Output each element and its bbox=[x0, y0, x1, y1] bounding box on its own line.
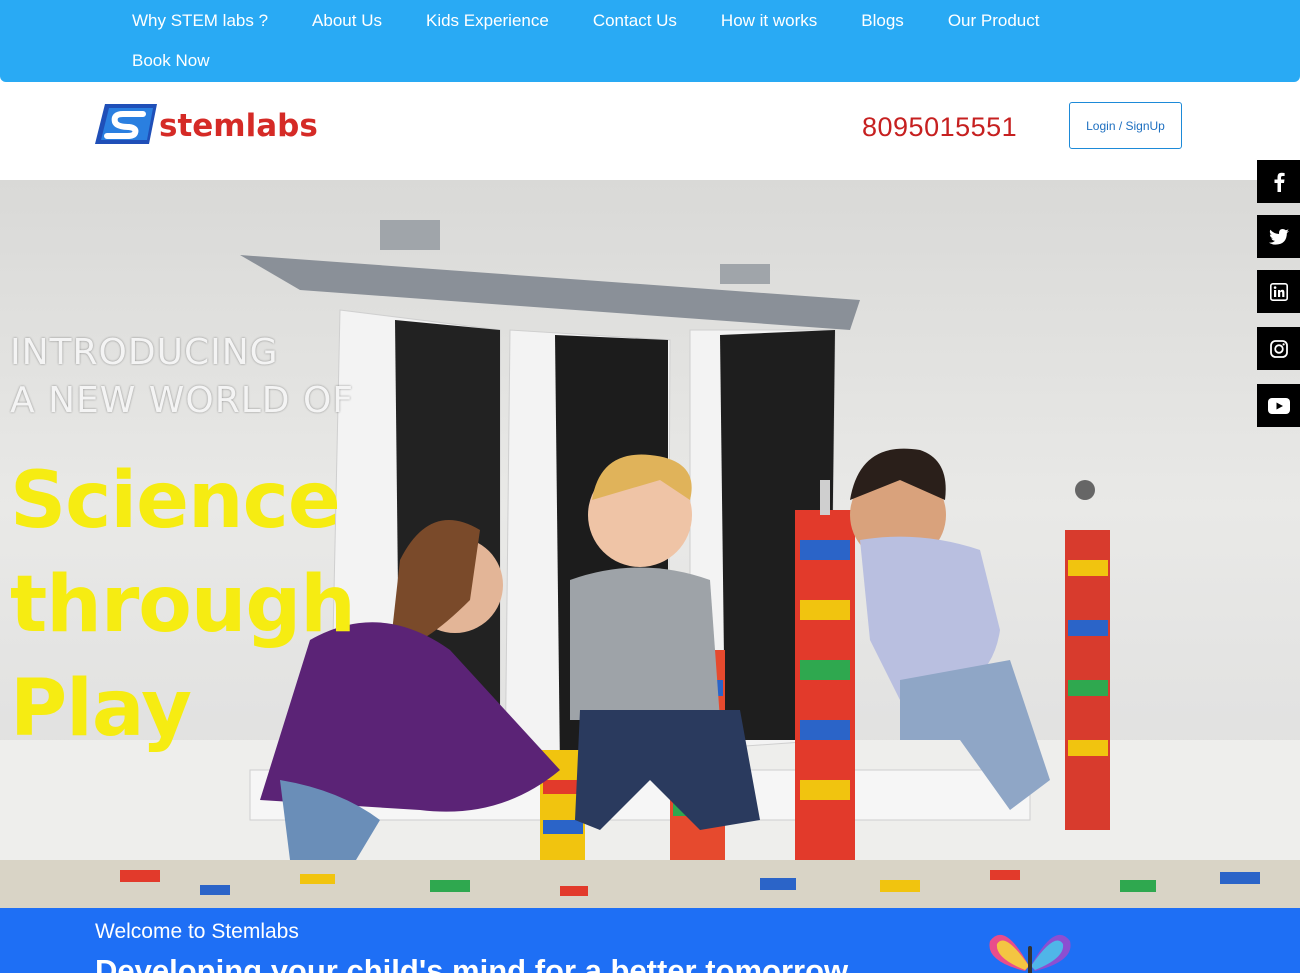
hero-intro-line1: INTRODUCING bbox=[10, 332, 279, 373]
nav-our-product[interactable]: Our Product bbox=[948, 11, 1040, 31]
scattered-bricks bbox=[0, 860, 1300, 908]
nav-how-it-works[interactable]: How it works bbox=[721, 11, 817, 31]
nav-kids-experience[interactable]: Kids Experience bbox=[426, 11, 549, 31]
hero-headline-play: Play bbox=[10, 664, 192, 754]
nav-book-now[interactable]: Book Now bbox=[132, 51, 209, 71]
nav-contact-us[interactable]: Contact Us bbox=[593, 11, 677, 31]
login-signup-button[interactable]: Login / SignUp bbox=[1069, 102, 1182, 149]
linkedin-icon[interactable] bbox=[1257, 270, 1300, 313]
logo-text: stemlabs bbox=[159, 108, 318, 144]
nav-row-primary: Why STEM labs ? About Us Kids Experience… bbox=[132, 1, 1083, 41]
welcome-title: Welcome to Stemlabs bbox=[95, 920, 299, 943]
hero-headline-through: through bbox=[10, 560, 356, 650]
welcome-subtitle: Developing your child's mind for a bette… bbox=[95, 953, 849, 973]
welcome-section: Welcome to Stemlabs Developing your chil… bbox=[0, 908, 1300, 973]
youtube-icon[interactable] bbox=[1257, 384, 1300, 427]
nav-row-secondary: Book Now bbox=[132, 41, 253, 81]
stemlabs-logo[interactable]: stemlabs bbox=[95, 102, 345, 146]
site-header: stemlabs 8095015551 Login / SignUp bbox=[0, 82, 1300, 180]
top-navigation: Why STEM labs ? About Us Kids Experience… bbox=[0, 0, 1300, 82]
instagram-icon[interactable] bbox=[1257, 327, 1300, 370]
nav-about-us[interactable]: About Us bbox=[312, 11, 382, 31]
nav-blogs[interactable]: Blogs bbox=[861, 11, 904, 31]
facebook-icon[interactable] bbox=[1257, 160, 1300, 203]
butterfly-icon bbox=[989, 934, 1071, 973]
hero-banner: INTRODUCING A NEW WORLD OF Science throu… bbox=[0, 180, 1300, 908]
twitter-icon[interactable] bbox=[1257, 215, 1300, 258]
hero-headline-science: Science bbox=[10, 456, 341, 546]
nav-why-stem-labs[interactable]: Why STEM labs ? bbox=[132, 11, 268, 31]
phone-number[interactable]: 8095015551 bbox=[862, 112, 1017, 143]
hero-intro-line2: A NEW WORLD OF bbox=[10, 380, 354, 421]
